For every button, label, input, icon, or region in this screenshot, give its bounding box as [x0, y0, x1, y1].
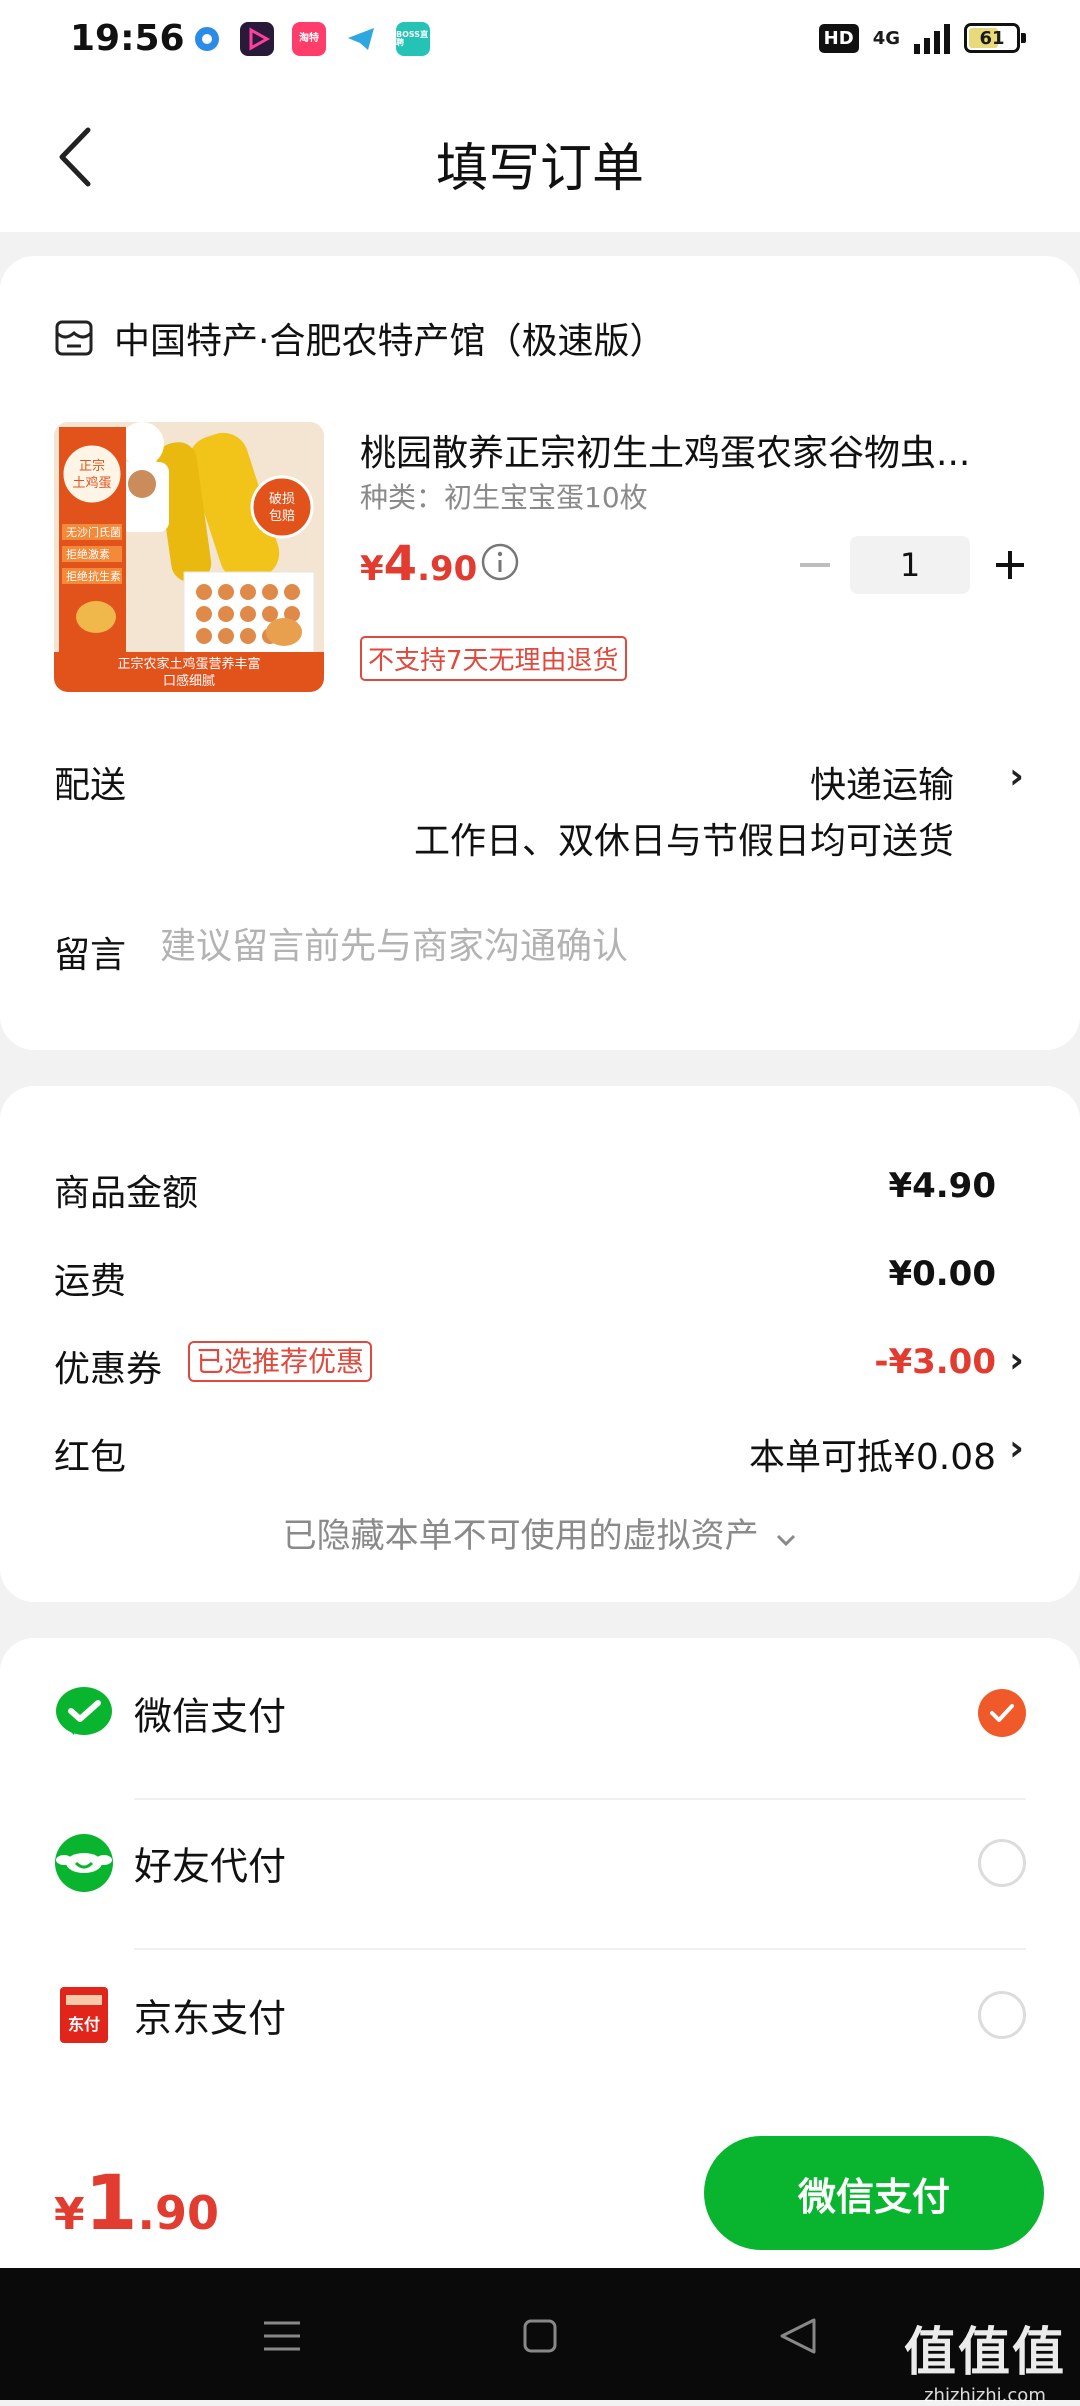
svg-text:口感细腻: 口感细腻	[163, 673, 215, 689]
coupon-tag: 已选推荐优惠	[188, 1340, 373, 1382]
radio-unchecked[interactable]	[978, 1991, 1026, 2039]
coupon-tag-text: 已选推荐优惠	[188, 1341, 373, 1382]
minus-icon	[800, 563, 830, 567]
bottom-bar: ¥1.90 微信支付	[0, 2116, 1080, 2268]
svg-text:包赔: 包赔	[269, 509, 295, 524]
redpacket-label: 红包	[54, 1437, 127, 1478]
battery-percent: 61	[979, 27, 1005, 49]
menu-icon[interactable]	[254, 2308, 310, 2364]
store-icon	[55, 320, 93, 356]
payment-card: 微信支付 好友代付 东付 京东支付	[0, 1638, 1080, 2116]
back-triangle-icon[interactable]	[770, 2308, 826, 2364]
boss-app-label: BOSS直聘	[396, 30, 429, 47]
radio-checked[interactable]	[978, 1689, 1026, 1737]
shop-name: 中国特产·合肥农特产馆（极速版）	[114, 321, 666, 362]
payment-option-friend[interactable]: 好友代付	[0, 1788, 1080, 1938]
product-title[interactable]: 桃园散养正宗初生土鸡蛋农家谷物虫...	[360, 424, 1020, 476]
quantity-decrease-button[interactable]	[780, 537, 850, 593]
hidden-assets-toggle[interactable]: 已隐藏本单不可使用的虚拟资产	[0, 1508, 1080, 1557]
status-bar: 19:56 淘特 BOSS直聘 HD 4G 61	[0, 0, 1080, 82]
product-image[interactable]: 正宗 土鸡蛋 无沙门氏菌 拒绝激素 拒绝抗生素 破损 包赔 正宗农家土鸡蛋营养丰…	[54, 422, 324, 692]
svg-text:拒绝抗生素: 拒绝抗生素	[66, 569, 121, 583]
payment-option-jd[interactable]: 东付 京东支付	[0, 1940, 1080, 2090]
status-indicators: HD 4G 61	[818, 22, 1026, 54]
jd-pay-icon-text: 东付	[68, 2015, 100, 2034]
delivery-note: 工作日、双休日与节假日均可送货	[413, 821, 954, 862]
coupon-chevron-icon[interactable]: ›	[1009, 1340, 1024, 1381]
payment-label-jd: 京东支付	[134, 1996, 287, 2041]
svg-text:拒绝激素: 拒绝激素	[66, 547, 110, 561]
chevron-down-icon	[777, 1534, 796, 1547]
redpacket-chevron-icon[interactable]: ›	[1009, 1428, 1024, 1469]
price-integer: 4	[383, 536, 418, 592]
delivery-method[interactable]: 快递运输	[810, 756, 954, 808]
watermark-cn: 值值值	[903, 2323, 1066, 2383]
no-return-tag: 不支持7天无理由退货	[360, 636, 627, 681]
message-input[interactable]	[160, 926, 1020, 967]
total-decimal: .90	[137, 2186, 220, 2240]
shop-row[interactable]: 中国特产·合肥农特产馆（极速版）	[54, 312, 665, 364]
goods-amount-label: 商品金额	[54, 1173, 199, 1214]
payment-label-wechat: 微信支付	[134, 1694, 287, 1739]
coupon-label: 优惠券	[54, 1349, 163, 1390]
page-title: 填写订单	[435, 139, 644, 199]
quantity-increase-button[interactable]	[970, 537, 1050, 593]
plus-icon	[996, 551, 1024, 579]
svg-text:正宗农家土鸡蛋营养丰富: 正宗农家土鸡蛋营养丰富	[117, 656, 260, 672]
hidden-assets-text: 已隐藏本单不可使用的虚拟资产	[282, 1516, 759, 1556]
redpacket-value[interactable]: 本单可抵¥0.08	[749, 1428, 996, 1480]
friend-pay-icon	[55, 1834, 113, 1892]
message-label: 留言	[54, 935, 127, 976]
taote-app-icon: 淘特	[292, 22, 326, 56]
circle-app-icon	[190, 22, 224, 56]
total-integer: 1	[84, 2158, 138, 2247]
svg-text:正宗: 正宗	[79, 458, 105, 474]
shipping-label: 运费	[54, 1261, 127, 1302]
boss-app-icon: BOSS直聘	[396, 22, 430, 56]
coupon-value[interactable]: -¥3.00	[874, 1342, 996, 1382]
shipping-value: ¥0.00	[888, 1254, 996, 1294]
pay-button[interactable]: 微信支付	[704, 2136, 1044, 2250]
price-symbol: ¥	[360, 549, 384, 589]
product-spec[interactable]: 种类：初生宝宝蛋10枚	[360, 476, 648, 516]
video-app-icon	[240, 22, 274, 56]
radio-unchecked[interactable]	[978, 1839, 1026, 1887]
status-time: 19:56	[70, 18, 185, 59]
goods-amount-value: ¥4.90	[888, 1166, 996, 1206]
svg-text:破损: 破损	[269, 492, 295, 507]
info-icon[interactable]	[480, 542, 520, 582]
quantity-stepper: 1	[780, 536, 1050, 594]
chevron-right-icon[interactable]: ›	[1009, 756, 1024, 797]
delivery-label: 配送	[54, 765, 127, 806]
payment-label-friend: 好友代付	[134, 1844, 287, 1889]
payment-option-wechat[interactable]: 微信支付	[0, 1638, 1080, 1788]
taote-app-label: 淘特	[299, 33, 319, 44]
quantity-value[interactable]: 1	[850, 536, 970, 594]
total-symbol: ¥	[54, 2189, 85, 2240]
wechat-pay-icon	[56, 1687, 112, 1735]
watermark-en: zhizhizhi.com	[924, 2385, 1046, 2406]
svg-text:无沙门氏菌: 无沙门氏菌	[66, 525, 121, 539]
order-total: ¥1.90	[54, 2158, 219, 2247]
price-decimal: .90	[417, 549, 478, 589]
battery-icon: 61	[964, 23, 1026, 53]
home-icon[interactable]	[512, 2308, 568, 2364]
product-price: ¥4.90	[360, 536, 477, 592]
watermark: 值值值 zhizhizhi.com	[904, 2310, 1066, 2406]
svg-text:土鸡蛋: 土鸡蛋	[72, 475, 111, 491]
order-card: 中国特产·合肥农特产馆（极速版） 正宗 土鸡蛋 无沙门氏菌 拒绝激素 拒绝抗生素…	[0, 256, 1080, 1050]
signal-icon	[914, 22, 950, 54]
jd-pay-icon: 东付	[60, 1987, 108, 2043]
check-icon	[990, 1704, 1014, 1722]
network-label: 4G	[872, 27, 900, 49]
telegram-app-icon	[344, 22, 378, 56]
nav-bar: 填写订单	[0, 82, 1080, 232]
hd-badge: HD	[818, 23, 859, 53]
